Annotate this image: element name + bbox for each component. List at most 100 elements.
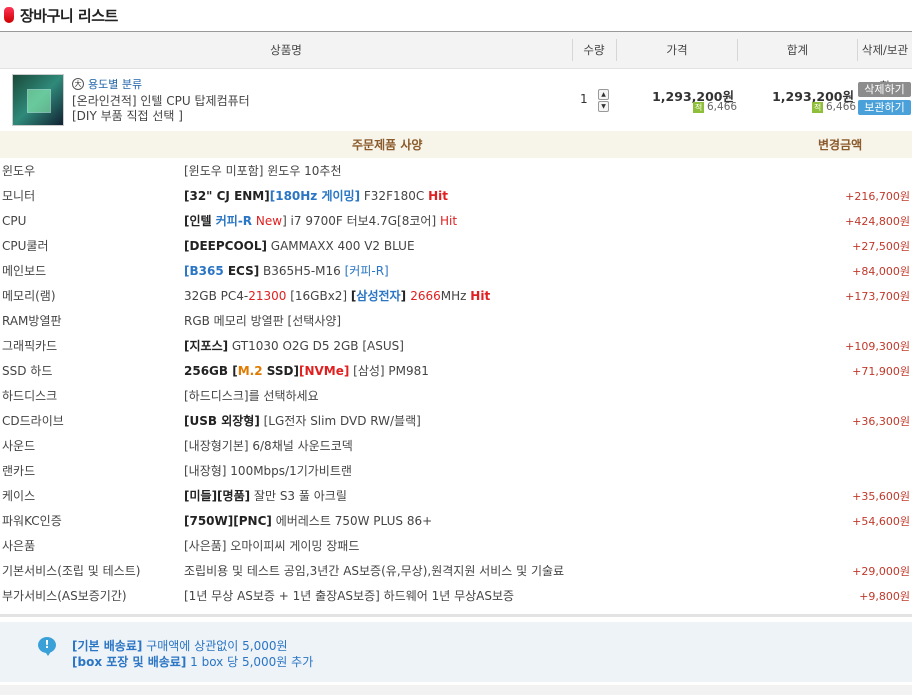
spec-value: [32" CJ ENM][180Hz 게이밍] F32F180C Hit xyxy=(184,189,448,203)
spec-row: 하드디스크 [하드디스크]를 선택하세요 xyxy=(0,384,912,409)
keep-button[interactable]: 보관하기 xyxy=(858,100,911,115)
spec-label: CPU xyxy=(2,214,27,228)
points-icon: 적 xyxy=(693,101,704,113)
points-value: 6,466 xyxy=(826,101,857,113)
spec-row: 사운드 [내장형기본] 6/8채널 사운드코덱 xyxy=(0,434,912,459)
total-points: 적 6,466 xyxy=(812,101,856,113)
divider xyxy=(0,614,912,617)
spec-value: [DEEPCOOL] GAMMAXX 400 V2 BLUE xyxy=(184,239,415,253)
spec-label: CPU쿨러 xyxy=(2,239,49,253)
spec-amount: +173,700원 xyxy=(845,290,910,303)
spec-row: SSD 하드 256GB [M.2 SSD][NVMe] [삼성] PM981 … xyxy=(0,359,912,384)
spec-row: 부가서비스(AS보증기간) [1년 무상 AS보증 + 1년 출장AS보증] 하… xyxy=(0,584,912,609)
spec-row: CPU쿨러 [DEEPCOOL] GAMMAXX 400 V2 BLUE +27… xyxy=(0,234,912,259)
page-title: 장바구니 리스트 xyxy=(20,6,118,25)
spec-amount: +216,700원 xyxy=(845,190,910,203)
qty-down-icon[interactable]: ▼ xyxy=(598,101,609,112)
spec-label: 모니터 xyxy=(2,189,36,203)
spec-label: 케이스 xyxy=(2,489,36,503)
spec-value: [내장형] 100Mbps/1기가비트랜 xyxy=(184,464,352,478)
shipping-line-basic: [기본 배송료] 구매액에 상관없이 5,000원 xyxy=(72,639,288,653)
spec-value: [B365 ECS] B365H5-M16 [커피-R] xyxy=(184,264,389,278)
spec-row: 그래픽카드 [지포스] GT1030 O2G D5 2GB [ASUS] +10… xyxy=(0,334,912,359)
product-thumbnail[interactable] xyxy=(12,74,64,126)
spec-value: [USB 외장형] [LG전자 Slim DVD RW/블랙] xyxy=(184,414,421,428)
spec-value: [사은품] 오마이피씨 게이밍 장패드 xyxy=(184,539,360,553)
col-total: 합계 xyxy=(786,43,809,57)
spec-amount: +9,800원 xyxy=(859,590,910,603)
product-category[interactable]: 大 용도별 분류 xyxy=(72,76,142,92)
spec-value: [하드디스크]를 선택하세요 xyxy=(184,389,319,403)
spec-label: 사운드 xyxy=(2,439,36,453)
spec-value: [미들][명품] 잘만 S3 풀 아크릴 xyxy=(184,489,347,503)
table-header: 상품명 수량 가격 합계 삭제/보관함 xyxy=(0,32,912,93)
price-points: 적 6,466 xyxy=(693,101,737,113)
points-value: 6,466 xyxy=(707,101,738,113)
category-label[interactable]: 용도별 분류 xyxy=(88,76,142,92)
delete-button[interactable]: 삭제하기 xyxy=(858,82,911,97)
spec-row: 메모리(램) 32GB PC4-21300 [16GBx2] [삼성전자] 26… xyxy=(0,284,912,309)
spec-label: 파워KC인증 xyxy=(2,514,62,528)
spec-amount: +71,900원 xyxy=(852,365,910,378)
spec-row: CD드라이브 [USB 외장형] [LG전자 Slim DVD RW/블랙] +… xyxy=(0,409,912,434)
spec-label: 메모리(램) xyxy=(2,289,56,303)
spec-value: [지포스] GT1030 O2G D5 2GB [ASUS] xyxy=(184,339,404,353)
pin-icon xyxy=(4,7,14,23)
quantity-stepper[interactable]: ▲ ▼ xyxy=(598,89,609,112)
info-bubble-icon: ! xyxy=(38,637,56,656)
spec-amount: +36,300원 xyxy=(852,415,910,428)
spec-value: [1년 무상 AS보증 + 1년 출장AS보증] 하드웨어 1년 무상AS보증 xyxy=(184,589,515,603)
spec-amount: +84,000원 xyxy=(852,265,910,278)
spec-label: 그래픽카드 xyxy=(2,339,58,353)
col-action: 삭제/보관함 xyxy=(861,43,909,93)
spec-label: 윈도우 xyxy=(2,164,36,178)
spec-label: 기본서비스(조립 및 테스트) xyxy=(2,564,141,578)
spec-label: 하드디스크 xyxy=(2,389,58,403)
col-qty: 수량 xyxy=(583,43,605,57)
shipping-line-box: [box 포장 및 배송료] 1 box 당 5,000원 추가 xyxy=(72,655,314,669)
spec-label: 사은품 xyxy=(2,539,36,553)
spec-label: 부가서비스(AS보증기간) xyxy=(2,589,127,603)
spec-row: 케이스 [미들][명품] 잘만 S3 풀 아크릴 +35,600원 xyxy=(0,484,912,509)
spec-amount: +54,600원 xyxy=(852,515,910,528)
spec-header: 주문제품 사양 변경금액 xyxy=(0,131,912,158)
spec-label: 메인보드 xyxy=(2,264,47,278)
col-product: 상품명 xyxy=(270,43,302,57)
spec-row: 메인보드 [B365 ECS] B365H5-M16 [커피-R] +84,00… xyxy=(0,259,912,284)
spec-label: RAM방열판 xyxy=(2,314,62,328)
spec-value: RGB 메모리 방열판 [선택사양] xyxy=(184,314,342,328)
footer-strip xyxy=(0,685,912,695)
spec-col-title: 주문제품 사양 xyxy=(352,138,423,152)
spec-amount: +27,500원 xyxy=(852,240,910,253)
spec-value: [내장형기본] 6/8채널 사운드코덱 xyxy=(184,439,353,453)
spec-row: 윈도우 [윈도우 미포함] 윈도우 10추천 xyxy=(0,159,912,184)
spec-value: [윈도우 미포함] 윈도우 10추천 xyxy=(184,164,342,178)
spec-row: 랜카드 [내장형] 100Mbps/1기가비트랜 xyxy=(0,459,912,484)
spec-value: 32GB PC4-21300 [16GBx2] [삼성전자] 2666MHz H… xyxy=(184,289,491,303)
spec-row: 기본서비스(조립 및 테스트) 조립비용 및 테스트 공임,3년간 AS보증(유… xyxy=(0,559,912,584)
spec-value: [750W][PNC] 에버레스트 750W PLUS 86+ xyxy=(184,514,433,528)
cpu-chip-image xyxy=(27,89,51,113)
spec-amount: +35,600원 xyxy=(852,490,910,503)
points-icon: 적 xyxy=(812,101,823,113)
spec-value: 조립비용 및 테스트 공임,3년간 AS보증(유,무상),원격지원 서비스 및 … xyxy=(184,564,565,578)
spec-row: 파워KC인증 [750W][PNC] 에버레스트 750W PLUS 86+ +… xyxy=(0,509,912,534)
col-price: 가격 xyxy=(666,43,688,57)
spec-amount: +424,800원 xyxy=(845,215,910,228)
spec-row: 사은품 [사은품] 오마이피씨 게이밍 장패드 xyxy=(0,534,912,559)
spec-row: CPU [인텔 커피-R New] i7 9700F 터보4.7G[8코어] H… xyxy=(0,209,912,234)
spec-value: 256GB [M.2 SSD][NVMe] [삼성] PM981 xyxy=(184,364,429,378)
spec-value: [인텔 커피-R New] i7 9700F 터보4.7G[8코어] Hit xyxy=(184,214,458,228)
qty-up-icon[interactable]: ▲ xyxy=(598,89,609,100)
spec-amount: +29,000원 xyxy=(852,565,910,578)
spec-row: RAM방열판 RGB 메모리 방열판 [선택사양] xyxy=(0,309,912,334)
spec-label: SSD 하드 xyxy=(2,364,53,378)
spec-label: 랜카드 xyxy=(2,464,36,478)
cart-title-bar: 장바구니 리스트 xyxy=(4,4,118,26)
spec-amount: +109,300원 xyxy=(845,340,910,353)
spec-label: CD드라이브 xyxy=(2,414,64,428)
product-subname: [DIY 부품 직접 선택 ] xyxy=(72,109,183,123)
spec-row: 모니터 [32" CJ ENM][180Hz 게이밍] F32F180C Hit… xyxy=(0,184,912,209)
quantity-value[interactable]: 1 xyxy=(580,92,588,106)
category-icon: 大 xyxy=(72,78,84,90)
